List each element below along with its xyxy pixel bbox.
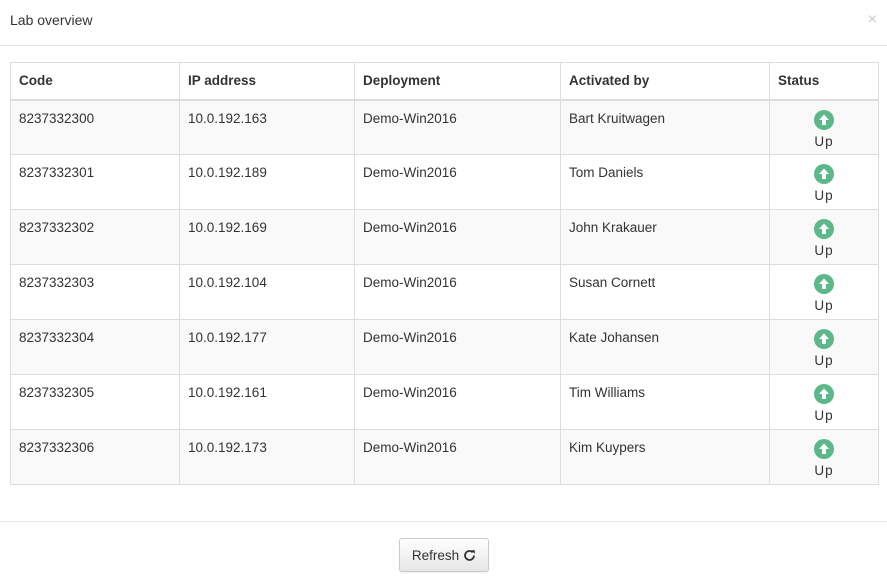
column-header-ip-address: IP address [179,62,355,101]
cell-deployment: Demo-Win2016 [354,154,561,210]
cell-code: 8237332305 [10,374,180,430]
table-row: 8237332306 10.0.192.173 Demo-Win2016 Kim Ku… [10,429,879,485]
modal-body: Code IP address Deployment Activated by … [10,62,879,485]
cell-activated-by: Tim Williams [560,374,770,430]
modal-footer: Refresh [0,521,887,582]
cell-deployment: Demo-Win2016 [354,99,561,155]
table-body: 8237332300 10.0.192.163 Demo-Win2016 Bart K… [10,99,879,485]
cell-deployment: Demo-Win2016 [354,429,561,485]
modal-header: Lab overview × [0,0,887,46]
close-icon[interactable]: × [868,10,877,30]
cell-deployment: Demo-Win2016 [354,209,561,265]
cell-status: Up [769,319,879,375]
arrow-up-circle-icon [814,274,834,294]
cell-ip-address: 10.0.192.169 [179,209,355,265]
arrow-up-circle-icon [814,164,834,184]
column-header-activated-by: Activated by [560,62,770,101]
cell-ip-address: 10.0.192.104 [179,264,355,320]
cell-status: Up [769,209,879,265]
cell-code: 8237332301 [10,154,180,210]
cell-activated-by: Tom Daniels [560,154,770,210]
cell-status: Up [769,264,879,320]
arrow-up-circle-icon [814,109,834,130]
cell-deployment: Demo-Win2016 [354,374,561,430]
modal-title: Lab overview [10,12,93,28]
cell-code: 8237332302 [10,209,180,265]
lab-table: Code IP address Deployment Activated by … [10,62,879,485]
cell-activated-by: John Krakauer [560,209,770,265]
column-header-code: Code [10,62,180,101]
status-label: Up [814,353,834,368]
lab-overview-modal: Lab overview × Code IP address Deploymen… [0,0,887,582]
cell-status: Up [769,374,879,430]
arrow-up-circle-icon [814,384,834,404]
arrow-up-circle-icon [814,329,834,349]
refresh-button[interactable]: Refresh [399,538,489,572]
status-label: Up [814,243,834,258]
cell-status: Up [769,99,879,155]
arrow-up-circle-icon [814,439,834,459]
cell-ip-address: 10.0.192.177 [179,319,355,375]
refresh-button-label: Refresh [411,547,460,563]
cell-code: 8237332306 [10,429,180,485]
refresh-icon [464,549,476,561]
cell-code: 8237332303 [10,264,180,320]
cell-status: Up [769,429,879,485]
cell-activated-by: Susan Cornett [560,264,770,320]
table-row: 8237332302 10.0.192.169 Demo-Win2016 John K… [10,209,879,265]
arrow-up-circle-icon [814,219,834,239]
cell-ip-address: 10.0.192.163 [179,99,355,155]
table-row: 8237332301 10.0.192.189 Demo-Win2016 Tom Da… [10,154,879,210]
cell-activated-by: Bart Kruitwagen [560,99,770,155]
cell-activated-by: Kate Johansen [560,319,770,375]
status-label: Up [814,133,834,149]
status-label: Up [814,408,834,423]
table-header-row: Code IP address Deployment Activated by … [10,62,879,101]
status-label: Up [814,188,834,203]
cell-ip-address: 10.0.192.173 [179,429,355,485]
column-header-deployment: Deployment [354,62,561,101]
table-row: 8237332300 10.0.192.163 Demo-Win2016 Bart K… [10,99,879,155]
table-row: 8237332303 10.0.192.104 Demo-Win2016 Susan … [10,264,879,320]
status-label: Up [814,298,834,313]
table-row: 8237332304 10.0.192.177 Demo-Win2016 Kate J… [10,319,879,375]
cell-deployment: Demo-Win2016 [354,264,561,320]
cell-ip-address: 10.0.192.189 [179,154,355,210]
table-row: 8237332305 10.0.192.161 Demo-Win2016 Tim Wi… [10,374,879,430]
cell-code: 8237332300 [10,99,180,155]
cell-ip-address: 10.0.192.161 [179,374,355,430]
cell-activated-by: Kim Kuypers [560,429,770,485]
cell-status: Up [769,154,879,210]
column-header-status: Status [769,62,879,101]
cell-code: 8237332304 [10,319,180,375]
cell-deployment: Demo-Win2016 [354,319,561,375]
status-label: Up [814,463,834,478]
